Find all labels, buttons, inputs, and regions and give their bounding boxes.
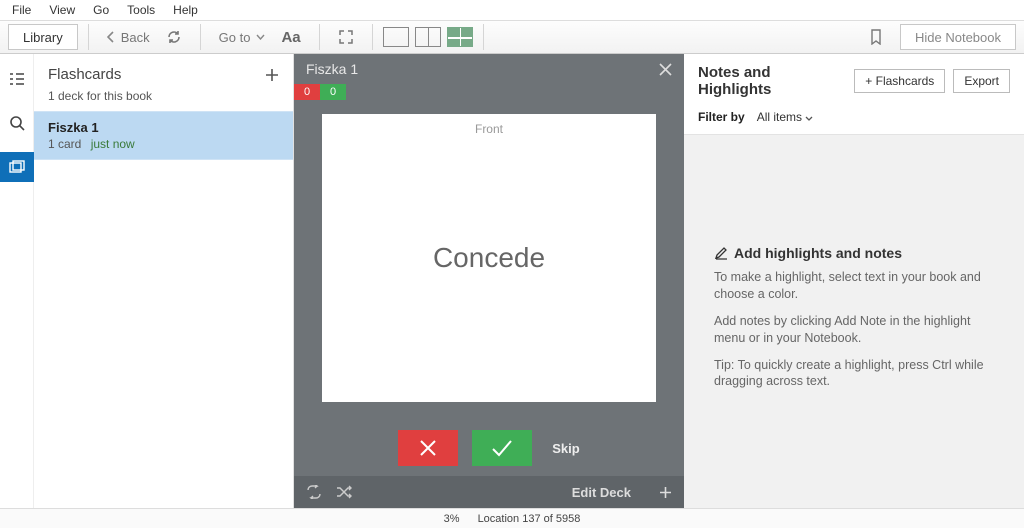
chevron-left-icon: [107, 31, 115, 43]
bookmark-icon: [870, 29, 882, 45]
viewer-footer: Edit Deck: [294, 476, 684, 508]
notes-empty-state: Add highlights and notes To make a highl…: [684, 135, 1024, 508]
notes-panel: Notes and Highlights + Flashcards Export…: [684, 54, 1024, 508]
card-viewer: Fiszka 1 0 0 Front Concede Skip: [294, 54, 684, 508]
filter-value: All items: [757, 110, 802, 124]
notes-help-1: To make a highlight, select text in your…: [714, 269, 994, 303]
wrong-count: 0: [294, 84, 320, 100]
shuffle-button[interactable]: [336, 485, 352, 499]
menu-bar: File View Go Tools Help: [0, 0, 1024, 20]
toc-button[interactable]: [0, 64, 34, 94]
search-icon: [9, 115, 25, 131]
separator: [372, 24, 373, 50]
list-icon: [9, 72, 25, 86]
deck-meta: 1 card just now: [48, 137, 279, 151]
add-deck-button[interactable]: [265, 68, 279, 82]
flashcards-title: Flashcards: [48, 66, 121, 83]
fullscreen-button[interactable]: [330, 24, 362, 50]
separator: [483, 24, 484, 50]
edit-deck-button[interactable]: Edit Deck: [572, 485, 631, 500]
correct-button[interactable]: [472, 430, 532, 466]
right-count: 0: [320, 84, 346, 100]
bookmark-button[interactable]: [862, 24, 890, 50]
layout-double-button[interactable]: [415, 27, 441, 47]
menu-file[interactable]: File: [4, 1, 39, 19]
goto-dropdown[interactable]: Go to: [211, 24, 274, 50]
skip-button[interactable]: Skip: [552, 441, 579, 456]
library-button[interactable]: Library: [8, 24, 78, 50]
card-side-label: Front: [475, 122, 503, 136]
answer-row: Skip: [294, 430, 684, 476]
side-rail: [0, 54, 34, 508]
fullscreen-icon: [338, 29, 354, 45]
separator: [88, 24, 89, 50]
add-card-button[interactable]: [659, 486, 672, 499]
viewer-title: Fiszka 1: [306, 61, 358, 77]
card-word: Concede: [433, 242, 545, 274]
check-icon: [490, 438, 514, 458]
export-button[interactable]: Export: [953, 69, 1010, 93]
notes-help-3: Tip: To quickly create a highlight, pres…: [714, 357, 994, 391]
close-viewer-button[interactable]: [659, 63, 672, 76]
loop-button[interactable]: [306, 485, 322, 499]
flashcard[interactable]: Front Concede: [322, 114, 656, 402]
font-icon: Aa: [281, 29, 300, 46]
deck-time: just now: [91, 137, 135, 151]
menu-go[interactable]: Go: [85, 1, 117, 19]
deck-name: Fiszka 1: [48, 120, 279, 135]
status-bar: 3% Location 137 of 5958: [0, 508, 1024, 528]
filter-dropdown[interactable]: All items: [757, 110, 814, 124]
separator: [319, 24, 320, 50]
main-area: Flashcards 1 deck for this book Fiszka 1…: [0, 54, 1024, 508]
sync-button[interactable]: [158, 24, 190, 50]
font-button[interactable]: Aa: [273, 24, 308, 50]
flashcards-panel: Flashcards 1 deck for this book Fiszka 1…: [34, 54, 294, 508]
progress-location: Location 137 of 5958: [478, 513, 581, 525]
flashcards-subtitle: 1 deck for this book: [34, 89, 293, 111]
deck-count: 1 card: [48, 137, 81, 151]
refresh-icon: [166, 29, 182, 45]
progress-percent: 3%: [444, 513, 460, 525]
back-button[interactable]: Back: [99, 24, 158, 50]
toolbar: Library Back Go to Aa: [0, 20, 1024, 54]
deck-row[interactable]: Fiszka 1 1 card just now: [34, 111, 293, 160]
menu-tools[interactable]: Tools: [119, 1, 163, 19]
menu-view[interactable]: View: [41, 1, 83, 19]
layout-grid-button[interactable]: [447, 27, 473, 47]
goto-label: Go to: [219, 30, 251, 45]
separator: [200, 24, 201, 50]
notes-cta-title: Add highlights and notes: [734, 245, 902, 261]
filter-label: Filter by: [698, 110, 745, 124]
cards-icon: [9, 160, 25, 174]
notes-help-2: Add notes by clicking Add Note in the hi…: [714, 313, 994, 347]
layout-group: [383, 27, 473, 47]
pencil-icon: [714, 246, 728, 260]
add-flashcards-button[interactable]: + Flashcards: [854, 69, 945, 93]
score-counters: 0 0: [294, 84, 684, 100]
search-button[interactable]: [0, 108, 34, 138]
x-icon: [417, 437, 439, 459]
hide-notebook-button[interactable]: Hide Notebook: [900, 24, 1016, 50]
menu-help[interactable]: Help: [165, 1, 206, 19]
chevron-down-icon: [256, 34, 265, 40]
notes-heading: Notes and Highlights: [698, 64, 846, 98]
layout-single-button[interactable]: [383, 27, 409, 47]
wrong-button[interactable]: [398, 430, 458, 466]
flashcards-rail-button[interactable]: [0, 152, 34, 182]
caret-down-icon: [805, 116, 813, 121]
back-label: Back: [121, 30, 150, 45]
